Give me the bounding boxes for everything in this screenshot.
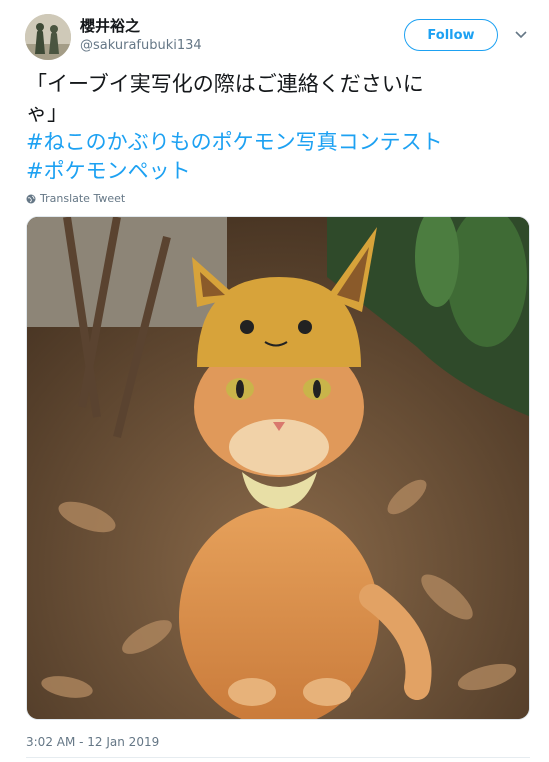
translate-tweet-link[interactable]: Translate Tweet: [26, 192, 125, 205]
hashtag-link[interactable]: #ポケモンペット: [26, 157, 526, 186]
avatar[interactable]: [25, 14, 71, 60]
user-handle[interactable]: @sakurafubuki134: [80, 38, 202, 53]
tweet-text-line: ゃ」: [26, 101, 68, 125]
tweet-timestamp[interactable]: 3:02 AM - 12 Jan 2019: [26, 735, 159, 749]
cat-photo-image: [27, 217, 529, 719]
tweet-text-line: 「イーブイ実写化の際はご連絡くださいに: [26, 72, 424, 96]
avatar-image: [25, 14, 71, 60]
hashtag-link[interactable]: #ねこのかぶりものポケモン写真コンテスト: [26, 128, 526, 157]
divider: [26, 757, 530, 758]
globe-icon: [26, 194, 36, 203]
tweet-text: 「イーブイ実写化の際はご連絡くださいに ゃ」 #ねこのかぶりものポケモン写真コン…: [26, 70, 526, 186]
display-name[interactable]: 櫻井裕之: [80, 15, 140, 36]
follow-button[interactable]: Follow: [404, 19, 498, 51]
translate-label: Translate Tweet: [40, 192, 126, 205]
tweet-photo[interactable]: [26, 216, 530, 720]
chevron-down-icon[interactable]: [512, 26, 530, 44]
